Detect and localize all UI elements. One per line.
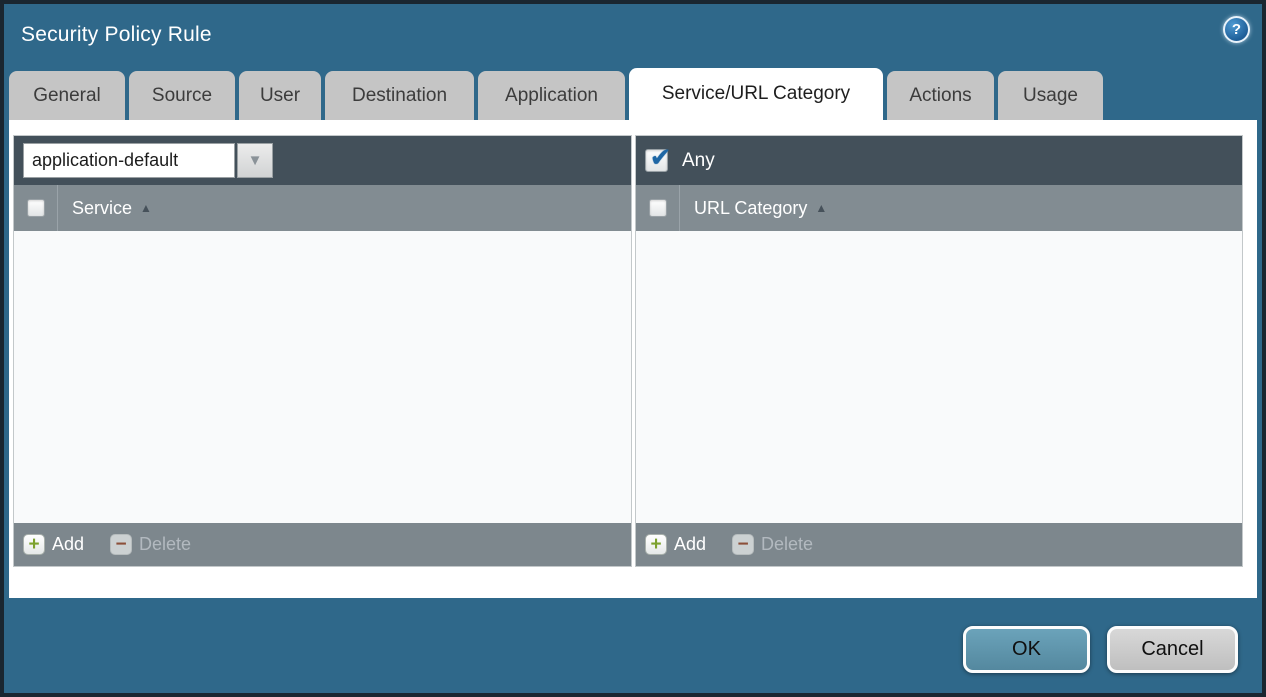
service-add-button[interactable]: + Add (23, 534, 84, 555)
service-add-label: Add (52, 534, 84, 555)
titlebar: Security Policy Rule (4, 4, 1262, 66)
tab-usage[interactable]: Usage (998, 71, 1103, 120)
url-category-delete-label: Delete (761, 534, 813, 555)
add-icon: + (645, 534, 667, 555)
cancel-button[interactable]: Cancel (1107, 626, 1238, 673)
dialog-footer: OK Cancel (4, 598, 1262, 693)
url-category-delete-button[interactable]: − Delete (732, 534, 813, 555)
url-category-column-label[interactable]: URL Category (694, 198, 807, 219)
url-category-panel-footer: + Add − Delete (636, 523, 1242, 566)
service-panel: ▼ Service ▲ + Add − Delete (14, 136, 631, 566)
tab-source[interactable]: Source (129, 71, 235, 120)
url-category-panel-header: ✔ Any (636, 136, 1242, 185)
help-icon-glyph: ? (1232, 21, 1241, 38)
url-category-select-all-checkbox[interactable] (649, 199, 667, 217)
service-select-all-cell (14, 185, 58, 231)
service-delete-button[interactable]: − Delete (110, 534, 191, 555)
tab-user[interactable]: User (239, 71, 321, 120)
url-category-column-header: URL Category ▲ (636, 185, 1242, 231)
any-label: Any (682, 150, 715, 172)
sort-asc-icon: ▲ (815, 201, 827, 215)
service-type-dropdown-button[interactable]: ▼ (237, 143, 273, 178)
url-category-list-body[interactable] (636, 231, 1242, 523)
service-panel-footer: + Add − Delete (14, 523, 631, 566)
tab-service-url-category[interactable]: Service/URL Category (629, 68, 883, 120)
tab-actions[interactable]: Actions (887, 71, 994, 120)
service-type-input[interactable] (23, 143, 235, 178)
ok-button[interactable]: OK (963, 626, 1090, 673)
tab-application[interactable]: Application (478, 71, 625, 120)
service-delete-label: Delete (139, 534, 191, 555)
service-select-all-checkbox[interactable] (27, 199, 45, 217)
service-type-combo: ▼ (23, 143, 273, 178)
service-column-label[interactable]: Service (72, 198, 132, 219)
url-category-panel: ✔ Any URL Category ▲ + Add − Delete (636, 136, 1242, 566)
tab-strip: General Source User Destination Applicat… (4, 66, 1262, 120)
sort-asc-icon: ▲ (140, 201, 152, 215)
service-panel-header: ▼ (14, 136, 631, 185)
service-list-body[interactable] (14, 231, 631, 523)
delete-icon: − (110, 534, 132, 555)
service-column-header: Service ▲ (14, 185, 631, 231)
add-icon: + (23, 534, 45, 555)
help-icon[interactable]: ? (1223, 16, 1250, 43)
tab-content: ▼ Service ▲ + Add − Delete (9, 120, 1257, 598)
security-policy-rule-dialog: Security Policy Rule ? General Source Us… (0, 0, 1266, 697)
dialog-title: Security Policy Rule (21, 23, 212, 47)
any-checkbox[interactable]: ✔ (645, 149, 668, 172)
url-category-select-all-cell (636, 185, 680, 231)
checkmark-icon: ✔ (650, 144, 672, 170)
chevron-down-icon: ▼ (248, 152, 263, 169)
url-category-add-label: Add (674, 534, 706, 555)
url-category-add-button[interactable]: + Add (645, 534, 706, 555)
tab-destination[interactable]: Destination (325, 71, 474, 120)
tab-general[interactable]: General (9, 71, 125, 120)
delete-icon: − (732, 534, 754, 555)
